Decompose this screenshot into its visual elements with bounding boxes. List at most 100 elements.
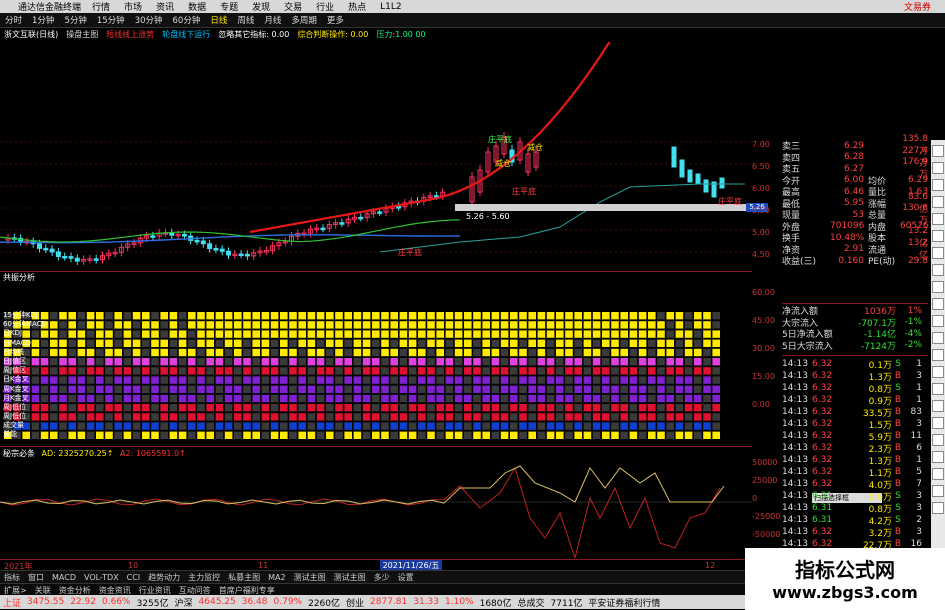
cy-index-label[interactable]: 创业 <box>343 596 367 609</box>
side-tool-icon[interactable] <box>932 434 944 446</box>
indicator-tab[interactable]: MA2 <box>264 573 289 582</box>
period-tab-15min[interactable]: 15分钟 <box>92 14 130 26</box>
period-tab-weekly[interactable]: 周线 <box>232 14 259 26</box>
resonance-cell <box>519 358 527 366</box>
period-tab-monthly[interactable]: 月线 <box>259 14 286 26</box>
side-tool-icon[interactable] <box>932 366 944 378</box>
side-tool-icon[interactable] <box>932 247 944 259</box>
resonance-cell <box>188 385 196 393</box>
side-tool-icon[interactable] <box>932 145 944 157</box>
quote-value-2: 6.29 <box>907 175 928 186</box>
sz-index-amount: 2260亿 <box>308 598 340 609</box>
side-tool-icon[interactable] <box>932 468 944 480</box>
indicator-tab[interactable]: 主力监控 <box>184 572 224 583</box>
indicator-tab[interactable]: 测试主图 <box>290 572 330 583</box>
menu-item-topic[interactable]: 专题 <box>213 0 245 13</box>
resonance-cell <box>224 376 233 384</box>
side-tool-icon[interactable] <box>932 349 944 361</box>
side-tool-icon[interactable] <box>932 264 944 276</box>
period-tab-multi[interactable]: 多周期 <box>286 14 322 26</box>
main-indicator-name[interactable]: 操盘主图 <box>62 29 102 40</box>
period-tab-1min[interactable]: 1分钟 <box>27 14 59 26</box>
resonance-cell <box>243 385 251 393</box>
extension-tab[interactable]: 关联 <box>31 585 55 596</box>
side-tool-icon[interactable] <box>932 502 944 514</box>
period-tab-60min[interactable]: 60分钟 <box>168 14 206 26</box>
extension-tab[interactable]: 扩展> <box>0 585 31 596</box>
resonance-cell <box>418 358 426 366</box>
side-tool-icon[interactable] <box>932 281 944 293</box>
extension-tab[interactable]: 首席户福利专享 <box>215 585 279 596</box>
resonance-cell <box>307 348 316 357</box>
tick-list[interactable]: 14:13 6.32 0.1万 S 1 14:13 6.32 1.3万 B 3 14:13 6.32 0… <box>782 358 928 575</box>
flow-chart[interactable] <box>0 458 752 558</box>
sz-index-label[interactable]: 沪深 <box>172 596 196 609</box>
menu-item-market[interactable]: 市场 <box>117 0 149 13</box>
side-tool-icon[interactable] <box>932 196 944 208</box>
indicator-tab[interactable]: CCI <box>123 573 145 582</box>
side-tool-icon[interactable] <box>932 332 944 344</box>
side-tool-icon[interactable] <box>932 400 944 412</box>
extension-tab[interactable]: 行业资讯 <box>135 585 175 596</box>
extension-tab[interactable]: 资金分析 <box>55 585 95 596</box>
indicator-tab[interactable]: 多少 <box>370 572 394 583</box>
resonance-cell <box>703 339 711 347</box>
menu-item-hot[interactable]: 热点 <box>341 0 373 13</box>
indicator-tab[interactable]: 设置 <box>394 572 418 583</box>
period-tab-intraday[interactable]: 分时 <box>0 14 27 26</box>
resonance-cell <box>77 312 86 320</box>
menu-item-discover[interactable]: 发现 <box>245 0 277 13</box>
side-tool-icon[interactable] <box>932 451 944 463</box>
resonance-cell <box>666 312 674 320</box>
indicator-tab[interactable]: 窗口 <box>24 572 48 583</box>
menu-item-quotes[interactable]: 行情 <box>85 0 117 13</box>
indicator-tab[interactable]: VOL-TDX <box>80 573 123 582</box>
resonance-cell <box>445 312 454 320</box>
period-tab-more[interactable]: 更多 <box>322 14 349 26</box>
indicator-tab[interactable]: MACD <box>48 573 80 582</box>
resonance-cell <box>445 348 454 357</box>
resonance-cell <box>123 321 132 329</box>
side-tool-icon[interactable] <box>932 485 944 497</box>
indicator-tab[interactable]: 私募主图 <box>224 572 264 583</box>
extension-tab[interactable]: 资金资讯 <box>95 585 135 596</box>
window-right-label[interactable]: 文易券 <box>904 0 945 13</box>
resonance-cell <box>583 358 592 366</box>
side-tool-icon[interactable] <box>932 417 944 429</box>
resonance-cell <box>362 404 371 412</box>
indicator-tab[interactable]: 指标 <box>0 572 24 583</box>
menu-item-l1l2[interactable]: L1L2 <box>373 2 408 12</box>
side-tool-icon[interactable] <box>932 315 944 327</box>
resonance-cell <box>142 321 150 329</box>
resonance-cell <box>565 348 573 357</box>
side-tool-icon[interactable] <box>932 383 944 395</box>
candle-body <box>200 240 206 245</box>
indicator-tab[interactable]: 趋势动力 <box>144 572 184 583</box>
resonance-cell <box>620 367 628 375</box>
menu-item-news[interactable]: 资讯 <box>149 0 181 13</box>
resonance-cell <box>105 367 113 375</box>
period-tab-30min[interactable]: 30分钟 <box>130 14 168 26</box>
side-tool-icon[interactable] <box>932 230 944 242</box>
main-price-chart[interactable]: 5.26 - 5.60 庄平底 庄平底 庄平底 庄平底 减仓 减仓 <box>0 42 752 270</box>
period-tab-daily[interactable]: 日线 <box>205 14 232 26</box>
resonance-grid[interactable] <box>0 311 752 441</box>
indicator-tab[interactable]: 测试主图 <box>330 572 370 583</box>
menu-item-data[interactable]: 数据 <box>181 0 213 13</box>
menu-item-trade[interactable]: 交易 <box>277 0 309 13</box>
quote-value: 5.95 <box>843 198 864 209</box>
resonance-cell <box>583 404 592 412</box>
period-tab-5min[interactable]: 5分钟 <box>59 14 91 26</box>
resonance-cell <box>638 339 647 347</box>
extension-tab[interactable]: 互动问答 <box>175 585 215 596</box>
resonance-cell <box>243 422 251 430</box>
tick-price: 6.32 <box>812 431 833 441</box>
side-tool-icon[interactable] <box>932 179 944 191</box>
side-tool-icon[interactable] <box>932 298 944 310</box>
side-tool-icon[interactable] <box>932 213 944 225</box>
sh-index-label[interactable]: 上证 <box>0 596 24 609</box>
side-tool-icon[interactable] <box>932 162 944 174</box>
date-tick: 11 <box>258 561 269 570</box>
menu-item-industry[interactable]: 行业 <box>309 0 341 13</box>
broker-label[interactable]: 平安证券福利行情 <box>585 596 663 609</box>
